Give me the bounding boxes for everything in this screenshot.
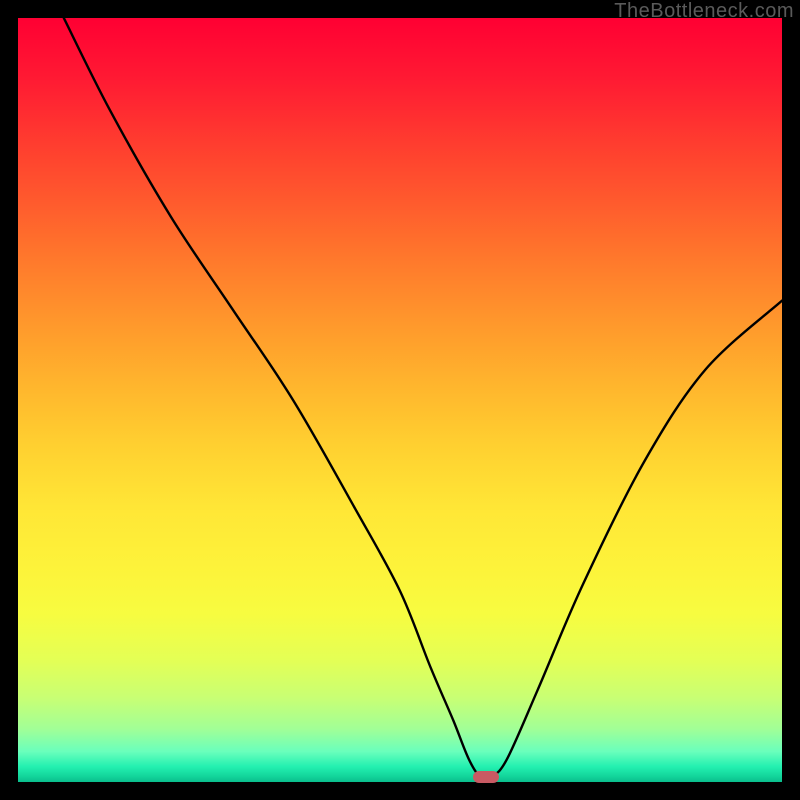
bottleneck-curve: [18, 18, 782, 782]
plot-area: [18, 18, 782, 782]
chart-frame: TheBottleneck.com: [0, 0, 800, 800]
optimal-marker: [473, 771, 499, 783]
